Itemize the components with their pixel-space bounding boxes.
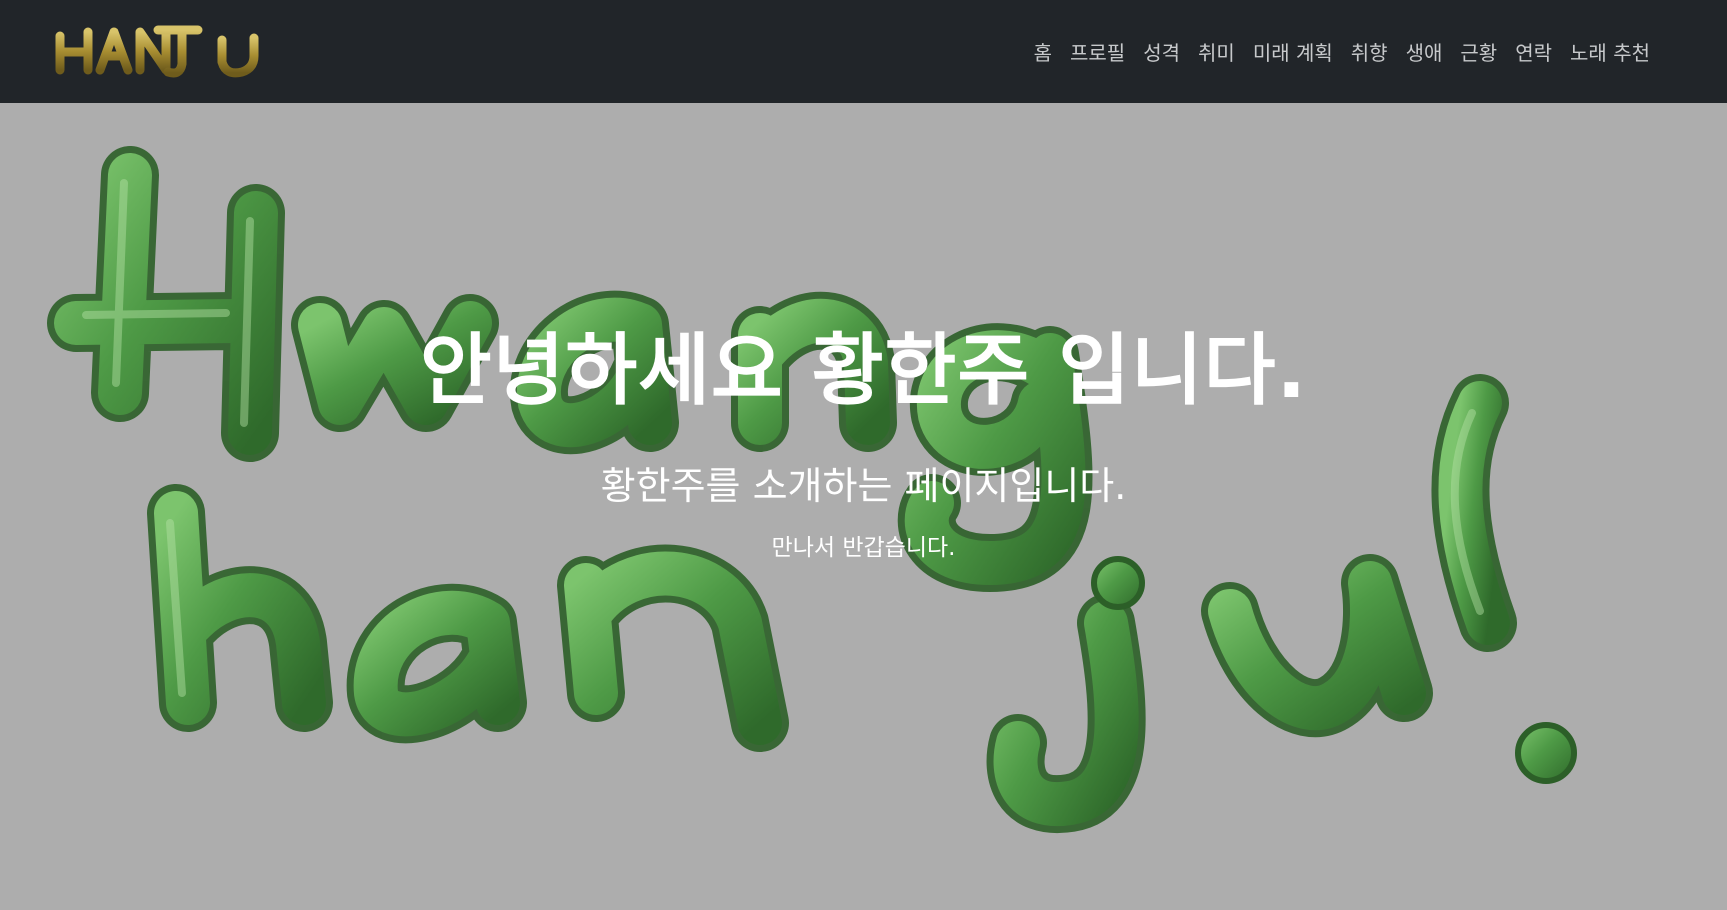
- nav-link-7[interactable]: 생애: [1397, 37, 1452, 66]
- hero-title: 안녕하세요 황한주 입니다.: [419, 326, 1308, 416]
- logo[interactable]: [50, 18, 290, 84]
- navbar: 홈 프로필 성격 취미 미래 계획 취향 생애 근황 연락 노래 추천: [0, 0, 1727, 103]
- nav-link-3[interactable]: 성격: [1134, 37, 1189, 66]
- nav-link-6[interactable]: 취향: [1342, 37, 1397, 66]
- hero-subtitle: 황한주를 소개하는 페이지입니다.: [600, 464, 1127, 508]
- nav-link-8[interactable]: 근황: [1451, 37, 1506, 66]
- nav-link-5[interactable]: 미래 계획: [1244, 37, 1342, 66]
- nav-link-1[interactable]: 홈: [1025, 37, 1061, 66]
- nav-menu: 홈 프로필 성격 취미 미래 계획 취향 생애 근황 연락 노래 추천: [1025, 0, 1659, 103]
- nav-link-4[interactable]: 취미: [1189, 37, 1244, 66]
- nav-link-2[interactable]: 프로필: [1061, 37, 1134, 66]
- hero-section: 안녕하세요 황한주 입니다. 황한주를 소개하는 페이지입니다. 만나서 반갑습…: [0, 103, 1727, 910]
- nav-link-9[interactable]: 연락: [1506, 37, 1561, 66]
- hero-greeting: 만나서 반갑습니다.: [771, 535, 956, 561]
- nav-link-10[interactable]: 노래 추천: [1561, 37, 1659, 66]
